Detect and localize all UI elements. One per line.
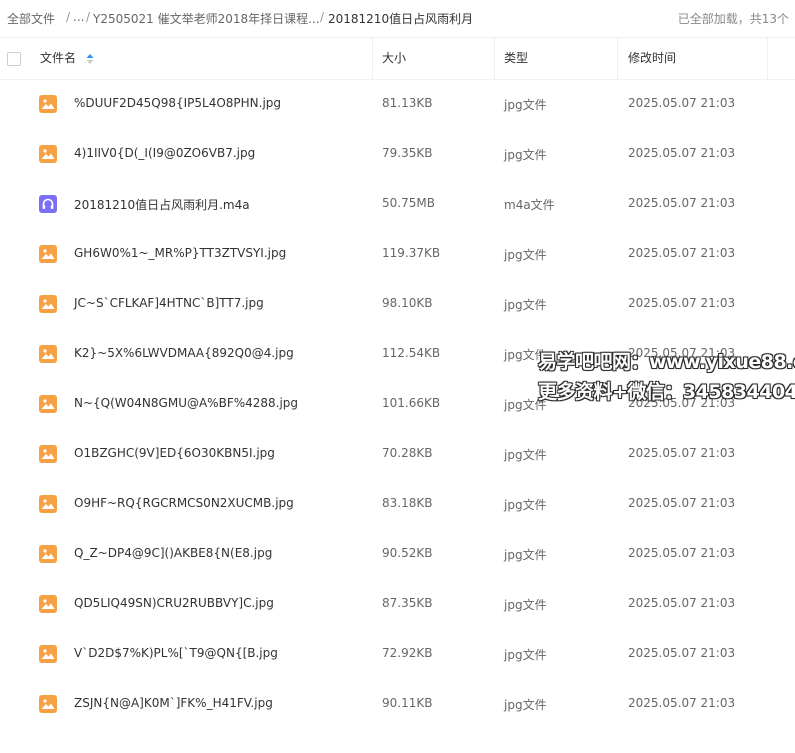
file-type: jpg文件 [504, 548, 547, 562]
file-type: jpg文件 [504, 648, 547, 662]
image-icon [39, 595, 57, 613]
image-icon [39, 95, 57, 113]
file-type: jpg文件 [504, 148, 547, 162]
file-type: jpg文件 [504, 598, 547, 612]
breadcrumb-separator: / [66, 10, 71, 24]
image-icon [39, 445, 57, 463]
file-size: 70.28KB [382, 446, 433, 460]
file-row[interactable]: QD5LIQ49SN)CRU2RUBBVY]C.jpg 87.35KB jpg文件 2… [0, 579, 795, 629]
breadcrumb-separator: / [320, 10, 325, 24]
column-divider[interactable] [494, 38, 495, 79]
file-name-link[interactable]: ZSJN{N@A]K0M`]FK%_H41FV.jpg [74, 696, 273, 710]
file-modified-time: 2025.05.07 21:03 [628, 696, 736, 710]
image-icon [39, 495, 57, 513]
file-name-link[interactable]: %DUUF2D45Q98{IP5L4O8PHN.jpg [74, 96, 281, 110]
file-type: m4a文件 [504, 198, 555, 212]
file-name-link[interactable]: 4)1IIV0{D(_I(I9@0ZO6VB7.jpg [74, 146, 255, 160]
image-icon [39, 345, 57, 363]
breadcrumb: 全部文件 / ... / Y2505021 催文举老师2018年择日课程... … [0, 0, 795, 36]
file-name-link[interactable]: O9HF~RQ{RGCRMCS0N2XUCMB.jpg [74, 496, 294, 510]
breadcrumb-root-link[interactable]: 全部文件 [7, 10, 55, 27]
file-type: jpg文件 [504, 498, 547, 512]
file-size: 81.13KB [382, 96, 433, 110]
column-header-type[interactable]: 类型 [504, 38, 528, 79]
file-type: jpg文件 [504, 248, 547, 262]
image-icon [39, 545, 57, 563]
file-type: jpg文件 [504, 698, 547, 712]
file-name-link[interactable]: O1BZGHC(9V]ED{6O30KBN5I.jpg [74, 446, 275, 460]
file-size: 79.35KB [382, 146, 433, 160]
file-modified-time: 2025.05.07 21:03 [628, 646, 736, 660]
file-row[interactable]: JC~S`CFLKAF]4HTNC`B]TT7.jpg 98.10KB jpg文件 2… [0, 279, 795, 329]
breadcrumb-folder-link[interactable]: Y2505021 催文举老师2018年择日课程... [93, 10, 320, 27]
select-all-checkbox[interactable] [7, 52, 21, 66]
file-name-link[interactable]: 20181210值日占风雨利月.m4a [74, 196, 250, 213]
file-size: 50.75MB [382, 196, 435, 210]
watermark-line-2: 更多资料+微信：3458344044 [538, 381, 795, 403]
file-list-header: 文件名 大小 类型 修改时间 [0, 37, 795, 80]
column-divider[interactable] [372, 38, 373, 79]
file-modified-time: 2025.05.07 21:03 [628, 196, 736, 210]
file-type: jpg文件 [504, 448, 547, 462]
image-icon [39, 395, 57, 413]
breadcrumb-current: 20181210值日占风雨利月 [328, 12, 474, 26]
file-name-link[interactable]: V`D2D$7%K)PL%[`T9@QN{[B.jpg [74, 646, 278, 660]
file-name-link[interactable]: QD5LIQ49SN)CRU2RUBBVY]C.jpg [74, 596, 274, 610]
file-row[interactable]: V`D2D$7%K)PL%[`T9@QN{[B.jpg 72.92KB jpg文件 2… [0, 629, 795, 679]
file-name-link[interactable]: Q_Z~DP4@9C]()AKBE8{N(E8.jpg [74, 546, 272, 560]
file-row[interactable]: GH6W0%1~_MR%P}TT3ZTVSYI.jpg 119.37KB jpg文件… [0, 229, 795, 279]
file-modified-time: 2025.05.07 21:03 [628, 246, 736, 260]
sort-arrows-icon[interactable] [86, 53, 94, 65]
file-size: 90.11KB [382, 696, 433, 710]
image-icon [39, 245, 57, 263]
column-header-modified[interactable]: 修改时间 [628, 38, 676, 79]
watermark: 易学吧吧网：www.yixue88.cn 更多资料+微信：3458344044 [538, 347, 795, 407]
file-row[interactable]: Q_Z~DP4@9C]()AKBE8{N(E8.jpg 90.52KB jpg文件 2… [0, 529, 795, 579]
image-icon [39, 295, 57, 313]
file-row[interactable]: 20181210值日占风雨利月.m4a 50.75MB m4a文件 2025.05.0… [0, 179, 795, 229]
file-name-link[interactable]: K2}~5X%6LWVDMAA{892Q0@4.jpg [74, 346, 294, 360]
watermark-line-1: 易学吧吧网：www.yixue88.cn [538, 351, 795, 373]
file-type: jpg文件 [504, 98, 547, 112]
file-size: 72.92KB [382, 646, 433, 660]
file-modified-time: 2025.05.07 21:03 [628, 496, 736, 510]
image-icon [39, 695, 57, 713]
image-icon [39, 645, 57, 663]
column-header-name[interactable]: 文件名 [40, 38, 76, 79]
column-divider[interactable] [767, 38, 768, 79]
file-size: 87.35KB [382, 596, 433, 610]
file-size: 98.10KB [382, 296, 433, 310]
file-modified-time: 2025.05.07 21:03 [628, 96, 736, 110]
file-size: 83.18KB [382, 496, 433, 510]
audio-icon [39, 195, 57, 213]
file-row[interactable]: ZSJN{N@A]K0M`]FK%_H41FV.jpg 90.11KB jpg文件 2… [0, 679, 795, 729]
column-header-size[interactable]: 大小 [382, 38, 406, 79]
file-size: 101.66KB [382, 396, 441, 410]
file-row[interactable]: O9HF~RQ{RGCRMCS0N2XUCMB.jpg 83.18KB jpg文件 2… [0, 479, 795, 529]
file-modified-time: 2025.05.07 21:03 [628, 296, 736, 310]
file-type: jpg文件 [504, 298, 547, 312]
file-row[interactable]: 4)1IIV0{D(_I(I9@0ZO6VB7.jpg 79.35KB jpg文件 2… [0, 129, 795, 179]
file-row[interactable]: O1BZGHC(9V]ED{6O30KBN5I.jpg 70.28KB jpg文件 2… [0, 429, 795, 479]
file-size: 119.37KB [382, 246, 441, 260]
load-status: 已全部加载，共13个 [677, 12, 789, 26]
breadcrumb-separator: / [86, 10, 91, 24]
file-size: 112.54KB [382, 346, 441, 360]
file-name-link[interactable]: GH6W0%1~_MR%P}TT3ZTVSYI.jpg [74, 246, 286, 260]
file-row[interactable]: %DUUF2D45Q98{IP5L4O8PHN.jpg 81.13KB jpg文件 2… [0, 79, 795, 129]
file-modified-time: 2025.05.07 21:03 [628, 546, 736, 560]
file-modified-time: 2025.05.07 21:03 [628, 596, 736, 610]
image-icon [39, 145, 57, 163]
breadcrumb-ellipsis-link[interactable]: ... [73, 10, 84, 24]
file-size: 90.52KB [382, 546, 433, 560]
column-divider[interactable] [617, 38, 618, 79]
file-modified-time: 2025.05.07 21:03 [628, 146, 736, 160]
file-modified-time: 2025.05.07 21:03 [628, 446, 736, 460]
file-name-link[interactable]: N~{Q(W04N8GMU@A%BF%4288.jpg [74, 396, 298, 410]
file-name-link[interactable]: JC~S`CFLKAF]4HTNC`B]TT7.jpg [74, 296, 264, 310]
